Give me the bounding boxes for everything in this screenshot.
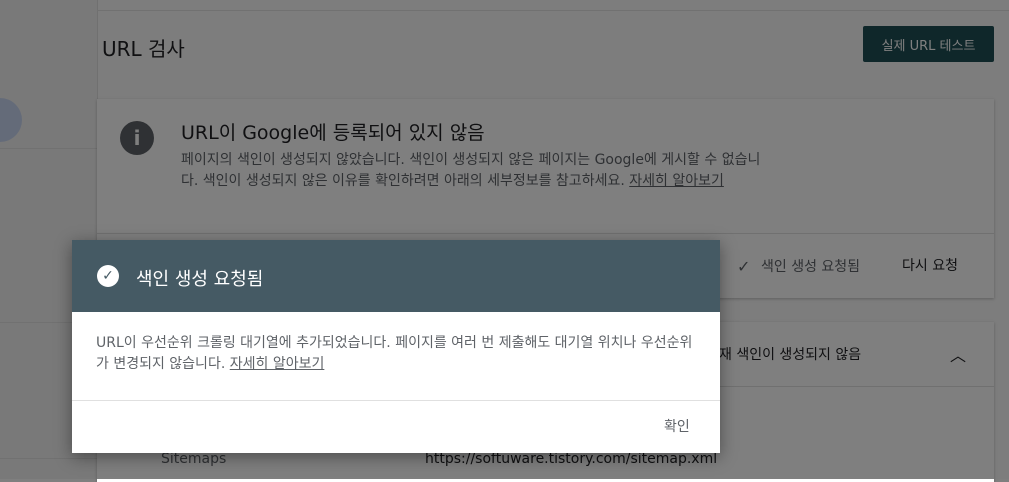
check-circle-icon: ✓ (97, 265, 119, 287)
dialog-message: URL이 우선순위 크롤링 대기열에 추가되었습니다. 페이지를 여러 번 제출… (96, 335, 693, 372)
dialog-title: 색인 생성 요청됨 (136, 269, 264, 290)
indexing-requested-dialog: ✓ 색인 생성 요청됨 URL이 우선순위 크롤링 대기열에 추가되었습니다. … (72, 240, 720, 453)
dialog-body: URL이 우선순위 크롤링 대기열에 추가되었습니다. 페이지를 여러 번 제출… (96, 333, 696, 375)
confirm-button[interactable]: 확인 (664, 416, 690, 436)
dialog-divider (72, 400, 720, 401)
dialog-learn-more-link[interactable]: 자세히 알아보기 (230, 356, 325, 372)
dialog-header: ✓ 색인 생성 요청됨 (72, 240, 720, 312)
